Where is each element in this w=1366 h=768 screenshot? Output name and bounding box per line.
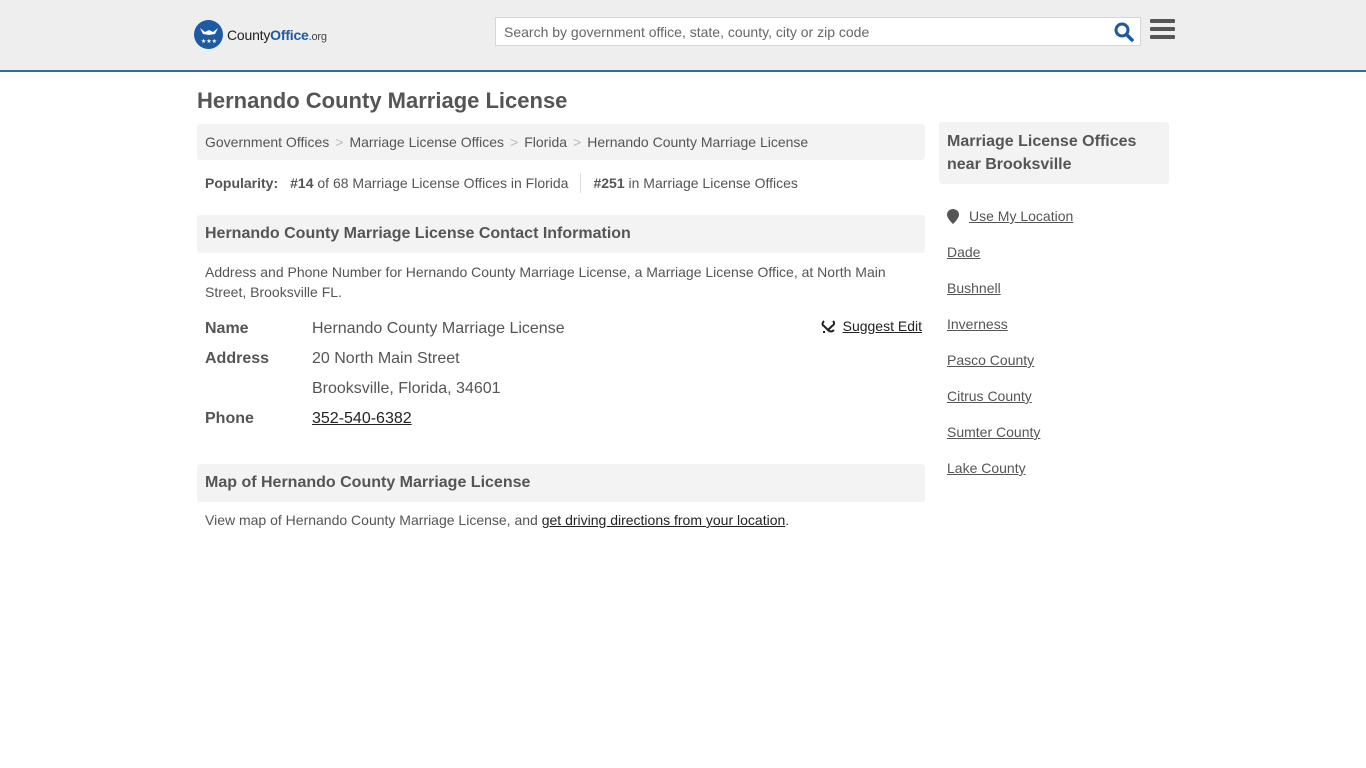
nearby-office-link[interactable]: Lake County (947, 460, 1026, 476)
suggest-edit-link[interactable]: Suggest Edit (843, 318, 922, 334)
breadcrumb-marriage-license-offices[interactable]: Marriage License Offices (349, 134, 504, 150)
state-rank: #14 (290, 175, 314, 191)
map-text: View map of Hernando County Marriage Lic… (205, 512, 542, 528)
nearby-office-link[interactable]: Sumter County (947, 424, 1040, 440)
page-title: Hernando County Marriage License (197, 88, 568, 113)
driving-directions-link[interactable]: get driving directions from your locatio… (542, 512, 786, 528)
breadcrumb-current: Hernando County Marriage License (587, 134, 809, 150)
list-item: Citrus County (947, 378, 1073, 414)
menu-bar (1150, 27, 1175, 31)
nearby-office-link[interactable]: Bushnell (947, 280, 1001, 296)
breadcrumb-separator: > (573, 134, 582, 150)
breadcrumb-separator: > (335, 134, 344, 150)
nearby-office-link[interactable]: Citrus County (947, 388, 1032, 404)
breadcrumb-government-offices[interactable]: Government Offices (205, 134, 329, 150)
contact-heading: Hernando County Marriage License Contact… (197, 215, 925, 253)
national-rank: #251 (593, 175, 625, 191)
nearby-offices-list: Use My Location Dade Bushnell Inverness … (947, 198, 1073, 486)
popularity-divider (580, 173, 582, 193)
popularity-label: Popularity: (205, 175, 279, 191)
site-header: ★★★ CountyOffice.org (0, 0, 1366, 72)
logo-text: CountyOffice.org (227, 26, 327, 43)
map-heading: Map of Hernando County Marriage License (197, 464, 925, 502)
suggest-edit: Suggest Edit (821, 318, 922, 334)
breadcrumb-separator: > (510, 134, 519, 150)
menu-bar (1150, 35, 1175, 39)
address-row-2: Brooksville, Florida, 34601 (205, 374, 925, 404)
search-button[interactable] (1114, 22, 1134, 42)
sidebar-heading: Marriage License Offices near Brooksvill… (939, 122, 1169, 184)
phone-link[interactable]: 352-540-6382 (312, 410, 412, 427)
broken-link-icon (821, 319, 835, 333)
list-item: Sumter County (947, 414, 1073, 450)
nearby-office-link[interactable]: Pasco County (947, 352, 1034, 368)
eagle-logo-icon: ★★★ (194, 20, 223, 49)
state-rank-text: of 68 Marriage License Offices in Florid… (317, 175, 569, 191)
list-item: Lake County (947, 450, 1073, 486)
map-description: View map of Hernando County Marriage Lic… (205, 512, 789, 528)
search-icon (1114, 22, 1134, 42)
address-line1: 20 North Main Street (312, 350, 460, 367)
contact-info: Name Hernando County Marriage License Ad… (205, 314, 925, 434)
list-item: Bushnell (947, 270, 1073, 306)
breadcrumb-florida[interactable]: Florida (524, 134, 567, 150)
nearby-office-link[interactable]: Inverness (947, 316, 1008, 332)
nearby-office-link[interactable]: Dade (947, 244, 980, 260)
use-my-location-link[interactable]: Use My Location (969, 208, 1073, 224)
breadcrumb: Government Offices > Marriage License Offi… (197, 124, 925, 160)
address-line2: Brooksville, Florida, 34601 (312, 380, 501, 397)
list-item: Dade (947, 234, 1073, 270)
address-label: Address (205, 350, 270, 367)
list-item: Inverness (947, 306, 1073, 342)
svg-text:★★★: ★★★ (200, 38, 216, 45)
logo[interactable]: ★★★ CountyOffice.org (194, 20, 327, 49)
phone-label: Phone (205, 410, 254, 427)
hamburger-menu-button[interactable] (1150, 19, 1175, 41)
name-label: Name (205, 320, 249, 337)
address-row: Address 20 North Main Street (205, 344, 925, 374)
map-marker-icon (947, 208, 959, 224)
contact-description: Address and Phone Number for Hernando Co… (205, 264, 886, 300)
name-row: Name Hernando County Marriage License (205, 314, 925, 344)
list-item: Pasco County (947, 342, 1073, 378)
name-value: Hernando County Marriage License (312, 320, 565, 337)
hamburger-menu-icon (1150, 19, 1175, 23)
map-text-suffix: . (785, 512, 790, 528)
popularity: Popularity: #14 of 68 Marriage License O… (205, 173, 798, 193)
search-input[interactable] (496, 18, 1106, 45)
phone-row: Phone 352-540-6382 (205, 404, 925, 434)
search-box (495, 17, 1141, 46)
national-rank-text: in Marriage License Offices (628, 175, 798, 191)
use-location-item: Use My Location (947, 198, 1073, 234)
